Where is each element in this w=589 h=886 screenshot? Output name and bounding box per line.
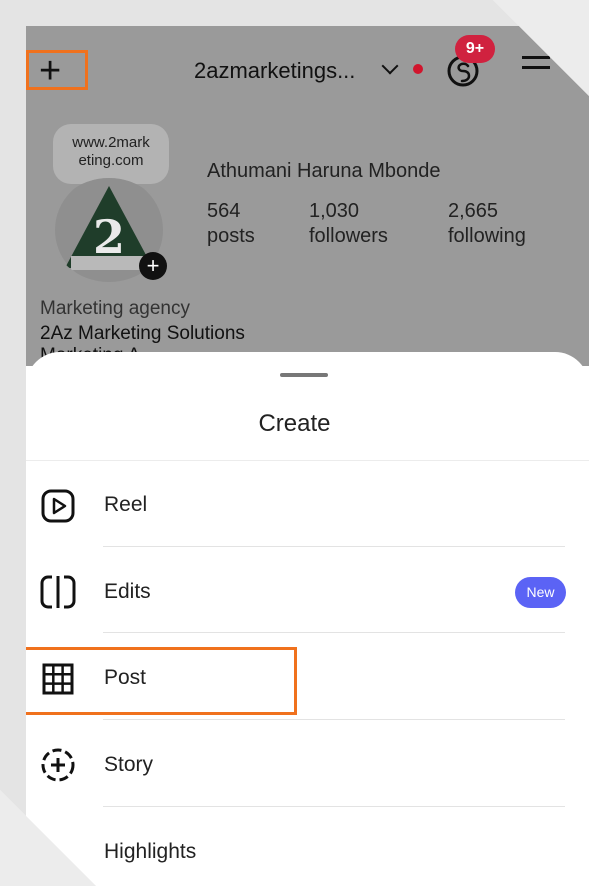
threads-badge: 9+ [455, 35, 495, 63]
sheet-item-story[interactable]: Story [104, 753, 153, 777]
new-badge: New [515, 577, 566, 608]
sheet-title-divider [26, 460, 589, 461]
profile-category: Marketing agency [40, 298, 190, 319]
website-note-bubble[interactable]: www.2mark eting.com [53, 124, 169, 184]
sheet-title: Create [258, 410, 331, 437]
story-add-icon [41, 748, 75, 782]
notification-dot [413, 64, 423, 74]
stat-following-label: following [448, 225, 526, 247]
create-plus-icon[interactable]: + [39, 52, 61, 90]
website-line-1: www.2mark [72, 134, 150, 151]
add-story-plus-icon[interactable]: + [139, 252, 167, 280]
sheet-item-post[interactable]: Post [104, 666, 146, 690]
website-line-2: eting.com [78, 152, 144, 169]
hamburger-menu-icon[interactable] [522, 56, 550, 80]
stat-posts-label: posts [207, 225, 255, 247]
stat-posts[interactable]: 564 posts [207, 199, 255, 249]
profile-bio-line-1: 2Az Marketing Solutions [40, 323, 245, 344]
item-divider [103, 546, 565, 547]
reel-icon [41, 489, 75, 523]
sheet-item-highlights[interactable]: Highlights [104, 840, 196, 864]
profile-username[interactable]: 2azmarketings... [194, 58, 355, 84]
sheet-item-reel[interactable]: Reel [104, 493, 147, 517]
sheet-item-edits[interactable]: Edits [104, 580, 151, 604]
edits-icon [40, 575, 76, 609]
stat-following[interactable]: 2,665 following [448, 199, 526, 249]
stat-followers[interactable]: 1,030 followers [309, 199, 388, 249]
stat-followers-label: followers [309, 225, 388, 247]
screenshot-frame: + 2azmarketings... 9+ www.2mark eting.co… [0, 0, 589, 886]
grid-icon [42, 663, 74, 695]
stat-following-count: 2,665 [448, 200, 499, 222]
svg-text:2: 2 [93, 210, 125, 264]
item-divider [103, 806, 565, 807]
item-divider [103, 719, 565, 720]
stat-posts-count: 564 [207, 200, 241, 222]
profile-full-name: Athumani Haruna Mbonde [207, 160, 441, 182]
frame-border-left [0, 0, 26, 886]
sheet-drag-handle[interactable] [280, 373, 328, 377]
item-divider [103, 632, 565, 633]
stat-followers-count: 1,030 [309, 200, 360, 222]
